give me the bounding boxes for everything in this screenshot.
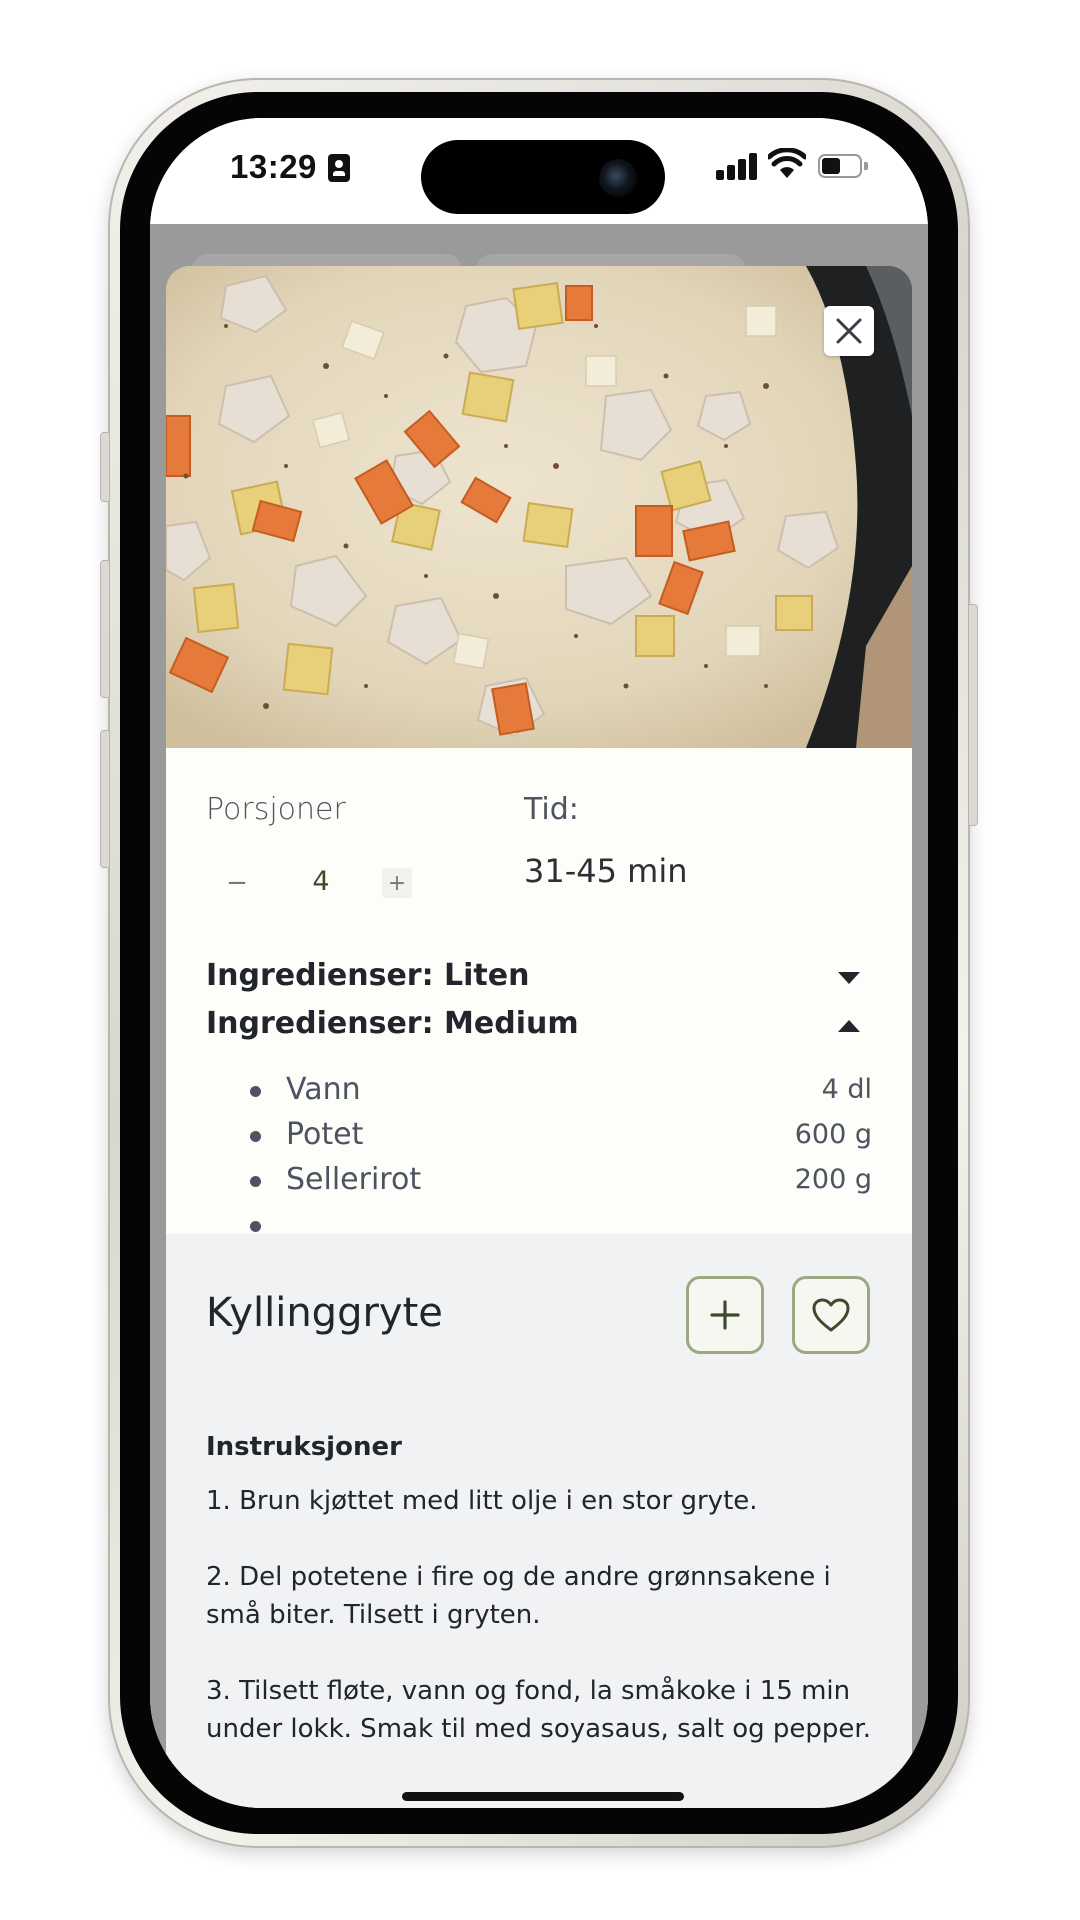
ingredient-name: Vann — [286, 1072, 361, 1107]
dynamic-island — [421, 140, 665, 214]
heart-icon — [812, 1298, 850, 1332]
cellular-signal-icon — [716, 152, 760, 180]
instruction-step: 2. Del potetene i fire og de andre grønn… — [206, 1562, 831, 1630]
wifi-icon — [768, 148, 806, 178]
ingredients-small-label: Ingredienser: Liten — [206, 958, 530, 993]
ingredient-name: Sellerirot — [286, 1162, 422, 1197]
ingredient-list: Vann 4 dl Potet 600 g Sellerirot 200 g — [206, 1070, 872, 1234]
status-time: 13:29 — [230, 148, 317, 185]
favorite-button[interactable] — [792, 1276, 870, 1354]
instructions-heading: Instruksjoner — [206, 1432, 402, 1462]
power-button — [968, 604, 978, 826]
ingredients-medium-label: Ingredienser: Medium — [206, 1006, 579, 1041]
ingredient-item: Sellerirot 200 g — [206, 1160, 872, 1205]
close-icon — [836, 318, 862, 344]
ingredients-small-toggle[interactable]: Ingredienser: Liten — [206, 958, 872, 1002]
battery-icon — [818, 154, 868, 178]
bullet — [250, 1221, 261, 1232]
recipe-photo — [166, 266, 912, 748]
instruction-step: 1. Brun kjøttet med litt olje i en stor … — [206, 1486, 758, 1516]
ingredient-amount: 600 g — [794, 1119, 872, 1150]
id-card-icon — [328, 154, 350, 182]
time-value: 31-45 min — [524, 852, 688, 890]
volume-down-button — [100, 730, 110, 868]
ingredient-item: Vann 4 dl — [206, 1070, 872, 1115]
screen: 13:29 Porsjoner Tid: 31-45 min − 4 + Ing… — [150, 118, 928, 1808]
chevron-up-icon — [838, 1020, 860, 1032]
add-button[interactable] — [686, 1276, 764, 1354]
stew-image — [166, 266, 912, 748]
recipe-info-panel: Porsjoner Tid: 31-45 min − 4 + Ingredien… — [166, 748, 912, 1234]
ingredients-medium-toggle[interactable]: Ingredienser: Medium — [206, 1006, 872, 1050]
decrease-servings-button[interactable]: − — [222, 868, 252, 898]
increase-servings-button[interactable]: + — [382, 868, 412, 898]
ingredient-name: Potet — [286, 1117, 364, 1152]
recipe-sheet: Kyllinggryte Instruksjoner 1. Brun kjøtt… — [166, 1234, 912, 1808]
instruction-step: 3. Tilsett fløte, vann og fond, la småko… — [206, 1676, 871, 1744]
close-button[interactable] — [824, 306, 874, 356]
ingredient-amount: 200 g — [794, 1164, 872, 1195]
servings-value: 4 — [312, 866, 330, 897]
recipe-modal: Porsjoner Tid: 31-45 min − 4 + Ingredien… — [166, 266, 912, 1808]
bullet — [250, 1131, 261, 1142]
bullet — [250, 1086, 261, 1097]
camera-icon — [599, 159, 637, 197]
ingredient-item: Potet 600 g — [206, 1115, 872, 1160]
home-indicator[interactable] — [402, 1792, 684, 1801]
time-label: Tid: — [524, 792, 579, 827]
action-button — [100, 432, 110, 502]
recipe-title: Kyllinggryte — [206, 1290, 443, 1336]
volume-up-button — [100, 560, 110, 698]
ingredient-amount: 4 dl — [821, 1074, 872, 1105]
plus-icon — [710, 1300, 740, 1330]
chevron-down-icon — [838, 972, 860, 984]
ingredient-item-partial — [206, 1205, 872, 1234]
status-bar: 13:29 — [150, 118, 928, 224]
bullet — [250, 1176, 261, 1187]
servings-label: Porsjoner — [206, 792, 346, 827]
